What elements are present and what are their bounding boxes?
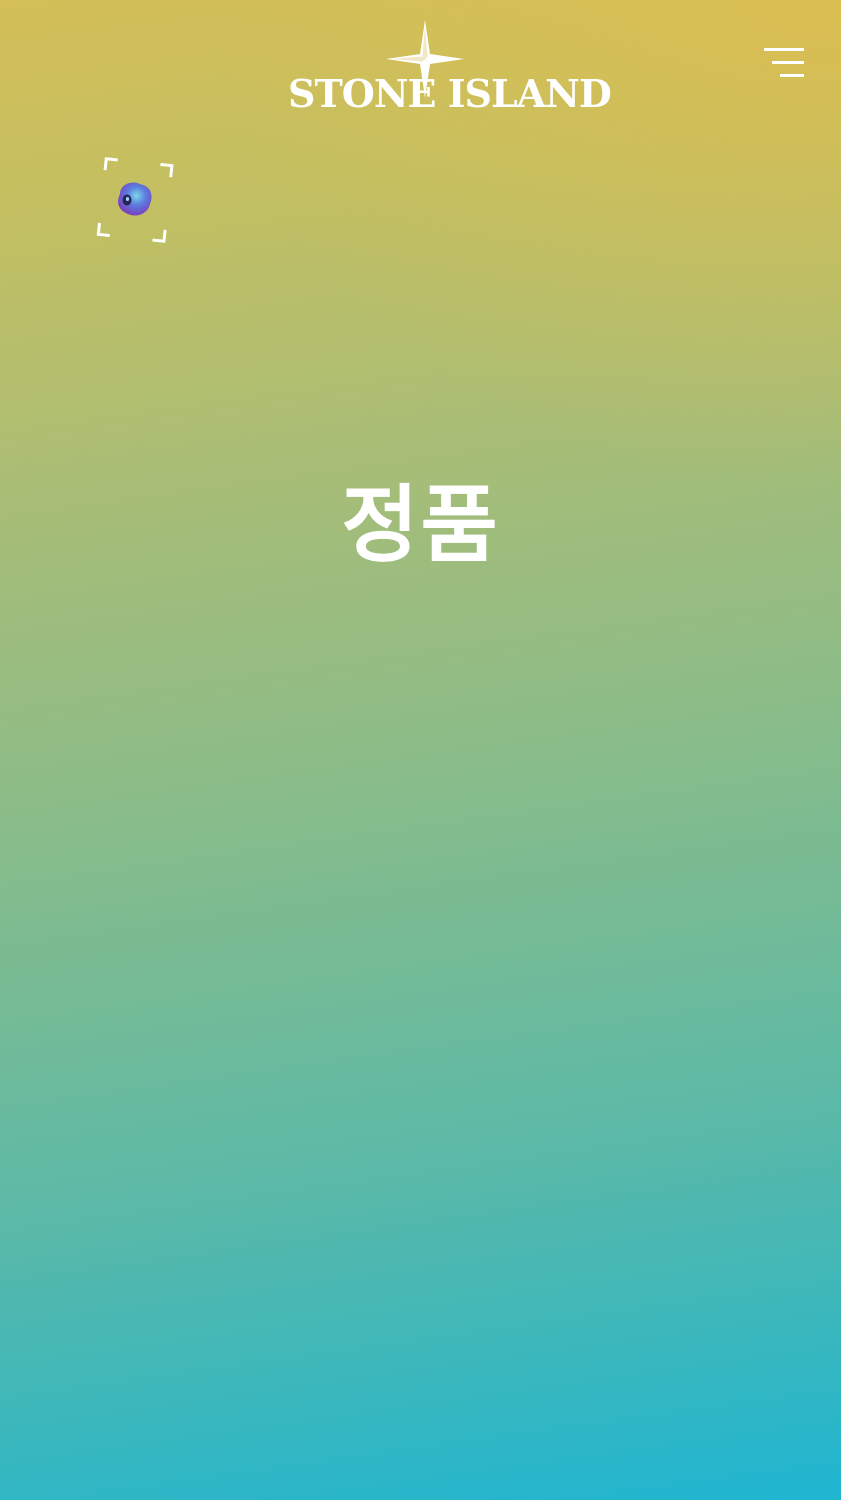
menu-button[interactable] <box>760 44 808 82</box>
header: STONE ISLAND <box>0 0 841 140</box>
menu-line-bottom <box>780 74 804 77</box>
page-title: 정품 <box>341 476 500 574</box>
scan-button[interactable] <box>90 156 180 246</box>
stone-island-logo[interactable]: STONE ISLAND <box>288 20 612 116</box>
menu-line-top <box>764 48 804 51</box>
menu-line-middle <box>772 61 804 64</box>
brand-wordmark: STONE ISLAND <box>288 71 612 116</box>
scan-camera-icon <box>96 157 174 243</box>
